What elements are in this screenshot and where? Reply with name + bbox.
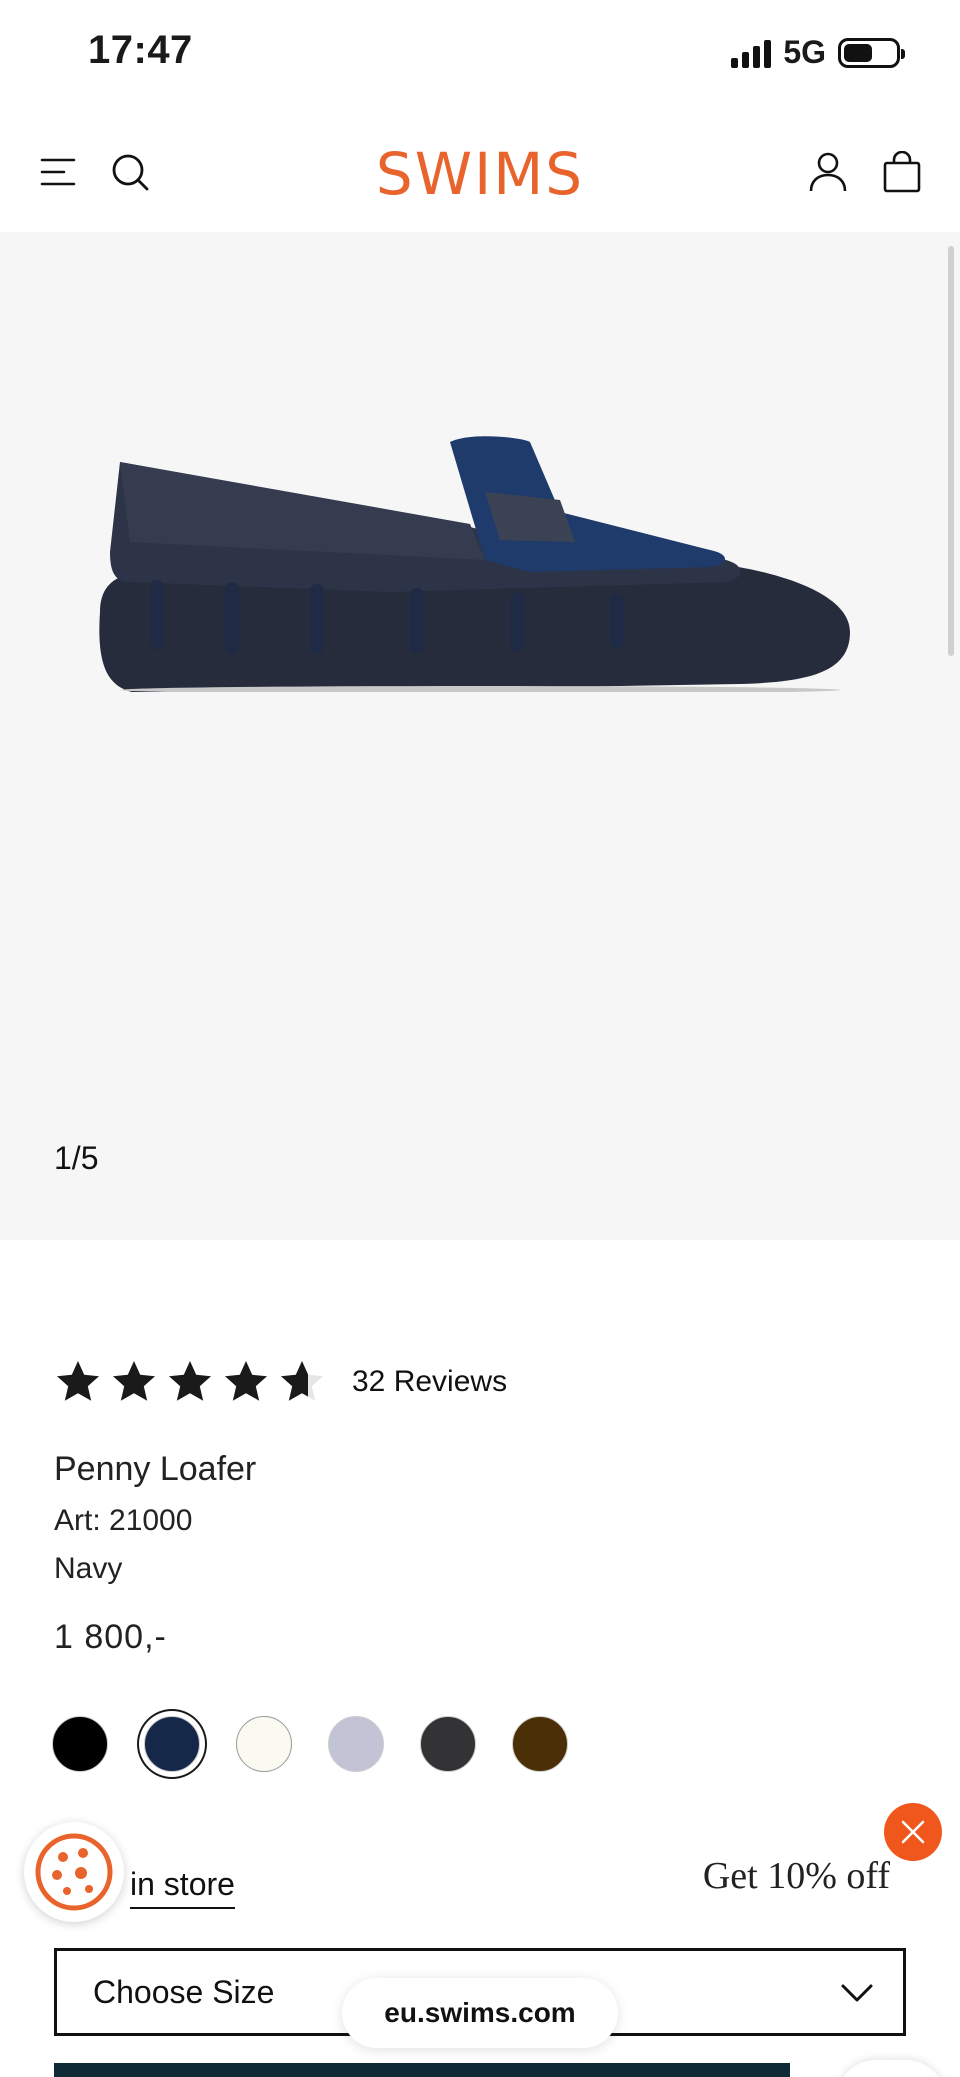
product-article-number: Art: 21000 — [54, 1504, 193, 1537]
battery-icon — [838, 37, 905, 68]
gallery-counter: 1/5 — [54, 1140, 99, 1176]
star-icon — [57, 1361, 99, 1401]
find-in-store-link[interactable]: in store — [130, 1866, 235, 1909]
signal-icon — [731, 38, 772, 68]
chevron-down-icon — [841, 1984, 873, 2002]
color-swatches — [52, 1716, 568, 1772]
close-icon — [901, 1820, 925, 1844]
reviews-count[interactable]: 32 Reviews — [352, 1365, 507, 1399]
swatch-brown[interactable] — [512, 1716, 568, 1772]
url-bar[interactable]: eu.swims.com — [342, 1978, 618, 2048]
size-select-label: Choose Size — [93, 1973, 275, 2010]
product-image — [99, 436, 850, 692]
floating-action-button[interactable] — [836, 2060, 946, 2077]
bag-icon[interactable] — [872, 142, 932, 202]
reviews-summary[interactable]: 32 Reviews — [54, 1358, 507, 1406]
swatch-navy[interactable] — [144, 1716, 200, 1772]
cookie-settings-button[interactable] — [24, 1822, 124, 1922]
swatch-light-grey[interactable] — [328, 1716, 384, 1772]
rating-stars — [54, 1358, 326, 1406]
star-icon — [169, 1361, 211, 1401]
status-time: 17:47 — [88, 28, 193, 72]
gallery-scrollbar — [948, 246, 954, 656]
swatch-charcoal[interactable] — [420, 1716, 476, 1772]
product-name: Penny Loafer — [54, 1450, 257, 1488]
product-gallery[interactable]: 1/5 — [0, 232, 960, 1240]
account-icon[interactable] — [798, 142, 858, 202]
add-to-cart-button[interactable] — [54, 2063, 790, 2077]
cookie-icon — [35, 1833, 113, 1911]
swatch-black[interactable] — [52, 1716, 108, 1772]
product-color: Navy — [54, 1552, 123, 1585]
network-label: 5G — [783, 34, 826, 70]
status-bar: 17:47 5G — [0, 0, 960, 110]
status-indicators: 5G — [731, 34, 905, 71]
swatch-white[interactable] — [236, 1716, 292, 1772]
star-icon — [113, 1361, 155, 1401]
site-header: SWIMS — [0, 120, 960, 230]
product-price: 1 800,- — [54, 1618, 167, 1656]
half-star-icon — [281, 1361, 323, 1401]
promo-close-button[interactable] — [884, 1803, 942, 1861]
promo-banner[interactable]: Get 10% off — [703, 1854, 890, 1898]
star-icon — [225, 1361, 267, 1401]
